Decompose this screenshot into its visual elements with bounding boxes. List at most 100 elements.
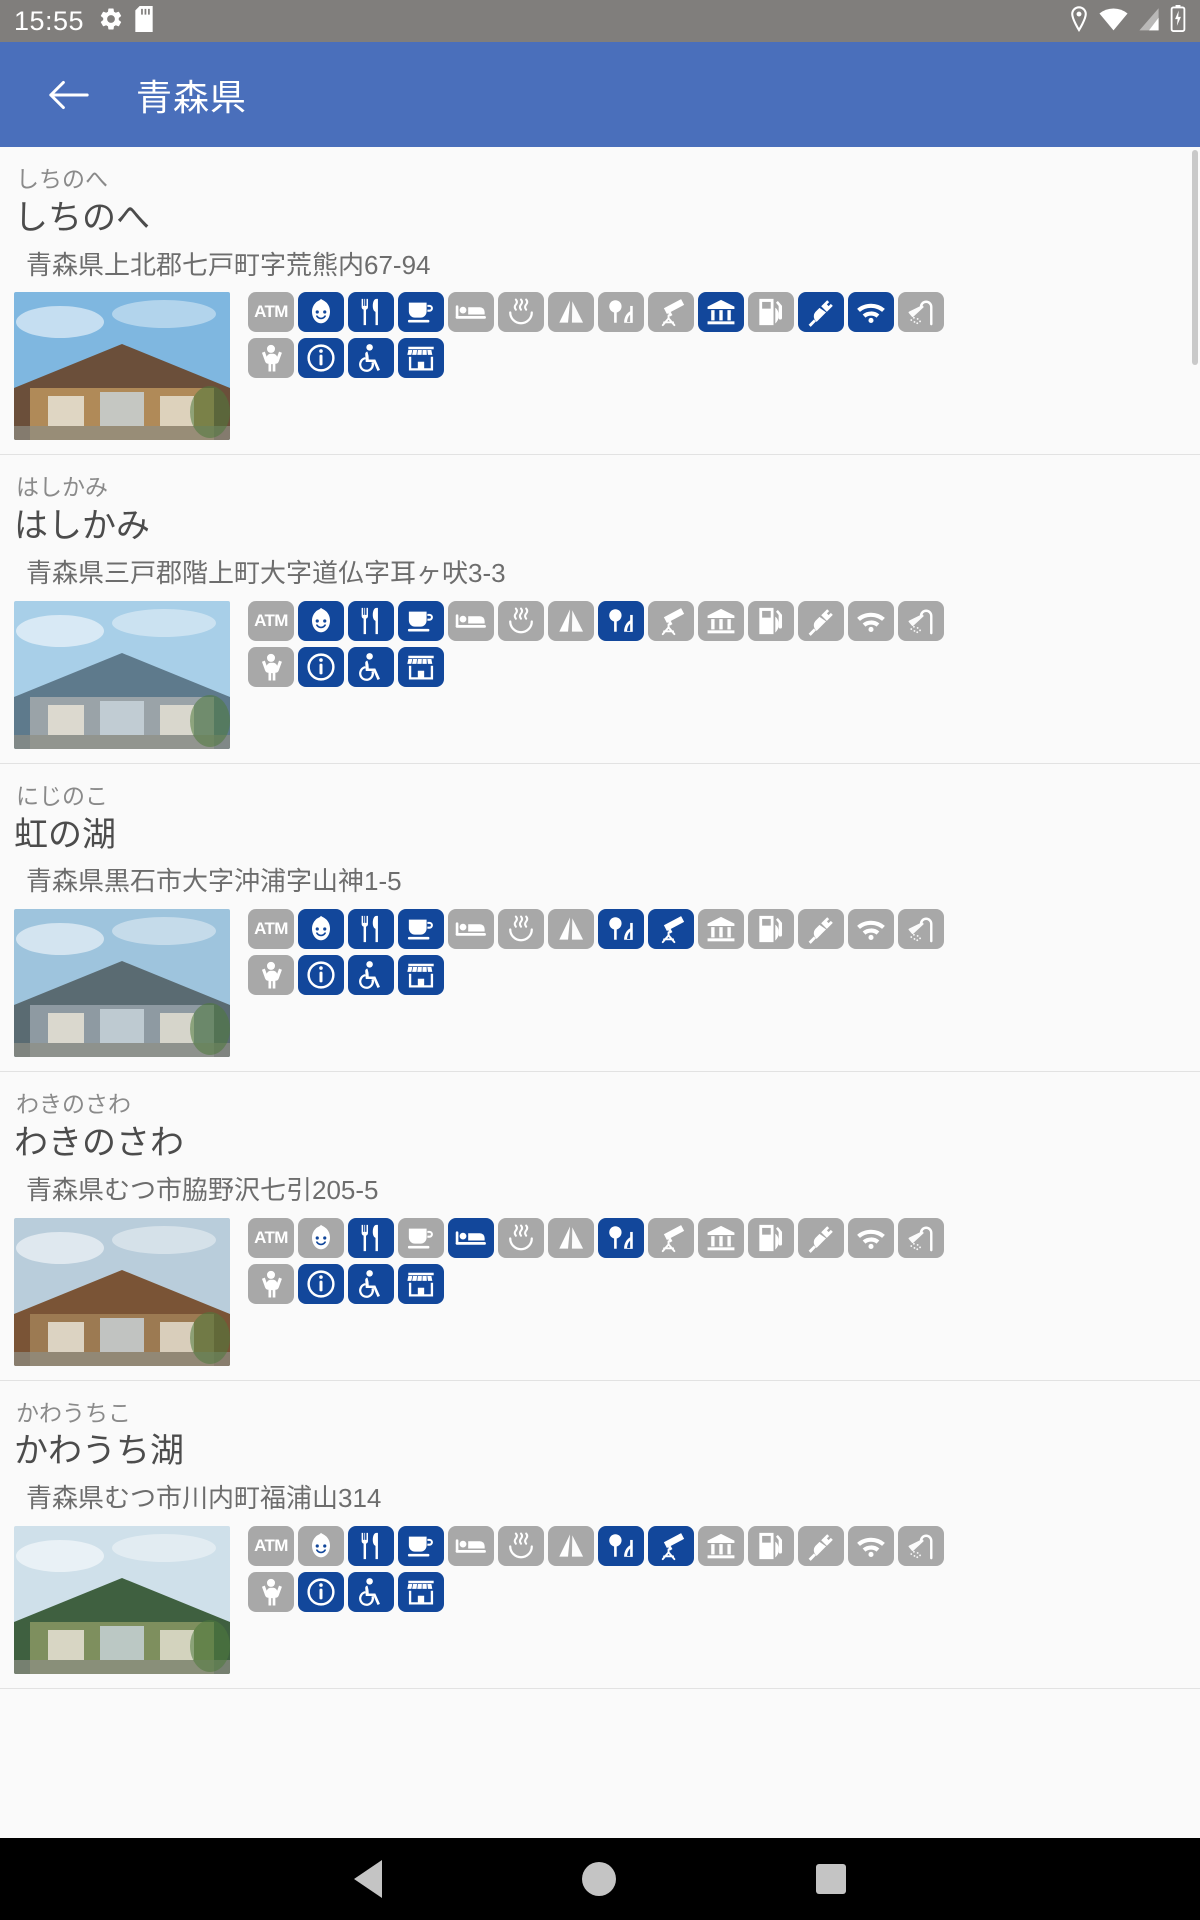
list-item[interactable]: にじのこ 虹の湖 青森県黒石市大字沖浦字山神1-5 ATM bbox=[0, 763, 1200, 1073]
info-icon bbox=[298, 338, 344, 379]
onsen-icon bbox=[498, 909, 544, 950]
accessible-icon bbox=[348, 955, 394, 996]
item-thumbnail[interactable] bbox=[14, 600, 230, 749]
shower-icon bbox=[898, 909, 944, 950]
gas-icon bbox=[748, 1217, 794, 1258]
hotel-icon bbox=[448, 909, 494, 950]
app-root: 15:55 青森県 しちのへ しちのへ 青森県上北郡七戸町字荒熊内67-94 A… bbox=[0, 0, 1200, 1920]
baby-icon bbox=[298, 292, 344, 333]
item-thumbnail[interactable] bbox=[14, 1217, 230, 1366]
item-body: ATM bbox=[0, 1526, 1200, 1688]
list-item[interactable]: かわうちこかわうち湖青森県むつ市川内町福浦山314 ATM bbox=[0, 1380, 1200, 1690]
shower-icon bbox=[898, 1217, 944, 1258]
hotel-icon bbox=[448, 1526, 494, 1567]
item-thumbnail[interactable] bbox=[14, 1526, 230, 1675]
hotel-icon bbox=[448, 1217, 494, 1258]
cafe-icon bbox=[398, 1217, 444, 1258]
item-name: かわうち湖 bbox=[14, 1432, 184, 1471]
cafe-icon bbox=[398, 292, 444, 333]
restaurant-icon bbox=[348, 600, 394, 641]
item-address: 青森県三戸郡階上町大字道仏字耳ヶ吠3-3 bbox=[26, 558, 506, 589]
park-icon bbox=[598, 909, 644, 950]
status-left-icons bbox=[98, 5, 153, 37]
wifi-icon bbox=[848, 1526, 894, 1567]
museum-icon bbox=[698, 600, 744, 641]
shop-icon bbox=[398, 1263, 444, 1304]
wifi-icon bbox=[848, 1217, 894, 1258]
list-item[interactable]: わきのさわ わきのさわ 青森県むつ市脇野沢七引205-5 ATM bbox=[0, 1072, 1200, 1381]
facility-icon-grid: ATM bbox=[248, 600, 948, 693]
restaurant-icon bbox=[348, 1526, 394, 1567]
playground-icon bbox=[248, 338, 294, 379]
nav-home-icon[interactable] bbox=[582, 1862, 616, 1896]
gas-icon bbox=[748, 292, 794, 333]
item-kana: にじのこ bbox=[16, 782, 108, 809]
restaurant-icon bbox=[348, 909, 394, 950]
camp-icon bbox=[548, 909, 594, 950]
nav-back-icon[interactable] bbox=[354, 1860, 382, 1898]
info-icon bbox=[298, 955, 344, 996]
shower-icon bbox=[898, 292, 944, 333]
atm-icon: ATM bbox=[248, 909, 294, 950]
system-nav-bar bbox=[0, 1838, 1200, 1920]
museum-icon bbox=[698, 909, 744, 950]
shop-icon bbox=[398, 955, 444, 996]
park-icon bbox=[598, 1217, 644, 1258]
onsen-icon bbox=[498, 1526, 544, 1567]
wifi-icon bbox=[848, 909, 894, 950]
playground-icon bbox=[248, 1263, 294, 1304]
observatory-icon bbox=[648, 292, 694, 333]
facility-icon-grid: ATM bbox=[248, 292, 948, 384]
item-name: しちのへ bbox=[14, 198, 150, 237]
ev-icon bbox=[798, 1526, 844, 1567]
playground-icon bbox=[248, 955, 294, 996]
scrollbar-thumb[interactable] bbox=[1192, 150, 1198, 365]
facility-icon-grid: ATM bbox=[248, 1217, 948, 1310]
facility-icon-grid: ATM bbox=[248, 909, 948, 1001]
cafe-icon bbox=[398, 909, 444, 950]
item-kana: かわうちこ bbox=[16, 1399, 131, 1426]
camp-icon bbox=[548, 1217, 594, 1258]
baby-icon bbox=[298, 600, 344, 641]
park-icon bbox=[598, 600, 644, 641]
item-thumbnail[interactable] bbox=[14, 909, 230, 1058]
onsen-icon bbox=[498, 600, 544, 641]
nav-recents-icon[interactable] bbox=[816, 1864, 846, 1894]
accessible-icon bbox=[348, 1572, 394, 1613]
observatory-icon bbox=[648, 909, 694, 950]
ev-icon bbox=[798, 292, 844, 333]
info-icon bbox=[298, 1263, 344, 1304]
sd-card-icon bbox=[135, 5, 153, 37]
camp-icon bbox=[548, 1526, 594, 1567]
list-item[interactable]: はしかみ はしかみ 青森県三戸郡階上町大字道仏字耳ヶ吠3-3 ATM bbox=[0, 455, 1200, 764]
observatory-icon bbox=[648, 600, 694, 641]
camp-icon bbox=[548, 292, 594, 333]
arrow-left-icon[interactable] bbox=[46, 72, 92, 118]
ev-icon bbox=[798, 600, 844, 641]
atm-icon: ATM bbox=[248, 1526, 294, 1567]
baby-icon bbox=[298, 909, 344, 950]
observatory-icon bbox=[648, 1526, 694, 1567]
museum-icon bbox=[698, 1217, 744, 1258]
item-kana: わきのさわ bbox=[16, 1091, 131, 1118]
camp-icon bbox=[548, 600, 594, 641]
item-thumbnail[interactable] bbox=[14, 292, 230, 441]
item-body: ATM bbox=[0, 600, 1200, 763]
museum-icon bbox=[698, 1526, 744, 1567]
facility-list[interactable]: しちのへ しちのへ 青森県上北郡七戸町字荒熊内67-94 ATM はしかみ はしかみ 青森県… bbox=[0, 147, 1200, 1838]
wifi-icon bbox=[848, 292, 894, 333]
park-icon bbox=[598, 292, 644, 333]
info-icon bbox=[298, 646, 344, 687]
status-right-icons bbox=[1069, 5, 1186, 37]
item-address: 青森県むつ市川内町福浦山314 bbox=[26, 1483, 382, 1514]
ev-icon bbox=[798, 909, 844, 950]
park-icon bbox=[598, 1526, 644, 1567]
battery-icon bbox=[1170, 5, 1186, 37]
item-kana: はしかみ bbox=[16, 474, 108, 501]
list-item[interactable]: しちのへ しちのへ 青森県上北郡七戸町字荒熊内67-94 ATM bbox=[0, 147, 1200, 456]
hotel-icon bbox=[448, 292, 494, 333]
cell-signal-icon bbox=[1138, 7, 1160, 36]
wifi-icon bbox=[848, 600, 894, 641]
info-icon bbox=[298, 1572, 344, 1613]
item-name: はしかみ bbox=[14, 507, 150, 546]
